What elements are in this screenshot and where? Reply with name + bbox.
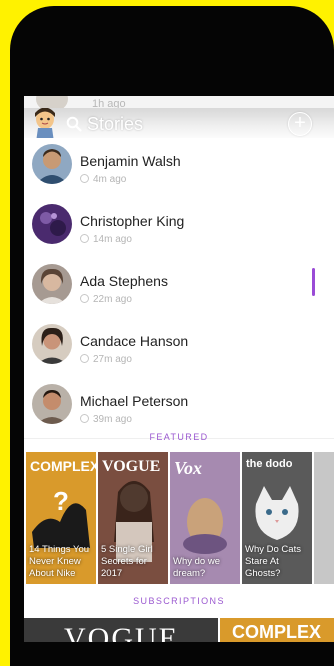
avatar [32, 264, 72, 304]
featured-tile-the-dodo[interactable]: the dodo Why Do Cats Stare At Ghosts? [242, 452, 312, 584]
story-row-michael-peterson[interactable]: Michael Peterson 39m ago [24, 378, 334, 439]
clock-icon [80, 354, 89, 363]
subscription-tile-vogue[interactable]: VOGUE [24, 618, 218, 642]
featured-tile-complex[interactable]: ? COMPLEX 14 Things You Never Knew About… [26, 452, 96, 584]
section-title-featured: FEATURED [149, 432, 209, 442]
subscriptions-carousel[interactable]: VOGUE COMPLEX [24, 618, 334, 642]
story-name: Michael Peterson [80, 393, 189, 409]
story-row-ada-stephens[interactable]: Ada Stephens 22m ago [24, 258, 334, 319]
publisher-logo: Vox [174, 458, 203, 478]
add-friend-button[interactable]: + [288, 112, 312, 136]
clock-icon [80, 174, 89, 183]
featured-tile-vox[interactable]: Vox Why do we dream? [170, 452, 240, 584]
story-time: 39m ago [80, 414, 132, 425]
featured-carousel[interactable]: ? COMPLEX 14 Things You Never Knew About… [24, 452, 334, 584]
story-time: 14m ago [80, 234, 132, 245]
page-title[interactable]: Stories [87, 114, 143, 135]
tile-caption: Why do we dream? [173, 556, 220, 579]
svg-text:?: ? [53, 486, 69, 516]
publisher-logo: COMPLEX [30, 458, 96, 474]
avatar [32, 324, 72, 364]
publisher-logo: the dodo [246, 458, 293, 470]
story-row-benjamin-walsh[interactable]: Benjamin Walsh 4m ago [24, 138, 334, 199]
publisher-logo: VOGUE [102, 458, 161, 475]
search-icon[interactable] [66, 116, 82, 132]
clock-icon [80, 234, 89, 243]
stories-screen: 1h ago Stories + Benjamin Walsh 4m ago C… [24, 96, 334, 642]
featured-tile-partial[interactable] [314, 452, 334, 584]
clock-icon [80, 294, 89, 303]
avatar [32, 204, 72, 244]
story-row-christopher-king[interactable]: Christopher King 14m ago [24, 198, 334, 259]
tile-caption: 14 Things You Never Knew About Nike [29, 544, 90, 579]
story-time: 4m ago [80, 174, 126, 185]
story-name: Candace Hanson [80, 333, 189, 349]
publisher-logo: VOGUE [64, 622, 179, 642]
bitmoji-avatar-icon[interactable] [32, 108, 58, 142]
tile-caption: 5 Single Girl Secrets for 2017 [101, 544, 153, 579]
stories-header: Stories + [24, 108, 334, 142]
publisher-logo: COMPLEX [232, 622, 322, 642]
clock-icon [80, 414, 89, 423]
scroll-indicator[interactable] [312, 268, 315, 296]
story-row-candace-hanson[interactable]: Candace Hanson 27m ago [24, 318, 334, 379]
story-name: Ada Stephens [80, 273, 168, 289]
tile-caption: Why Do Cats Stare At Ghosts? [245, 544, 301, 579]
avatar [32, 384, 72, 424]
plus-icon: + [294, 112, 306, 134]
section-title-subscriptions: SUBSCRIPTIONS [133, 596, 225, 606]
avatar [32, 144, 72, 184]
story-name: Christopher King [80, 213, 185, 229]
featured-tile-vogue[interactable]: VOGUE 5 Single Girl Secrets for 2017 [98, 452, 168, 584]
story-time: 27m ago [80, 354, 132, 365]
story-time: 22m ago [80, 294, 132, 305]
story-name: Benjamin Walsh [80, 153, 181, 169]
subscription-tile-complex[interactable]: COMPLEX [220, 618, 334, 642]
